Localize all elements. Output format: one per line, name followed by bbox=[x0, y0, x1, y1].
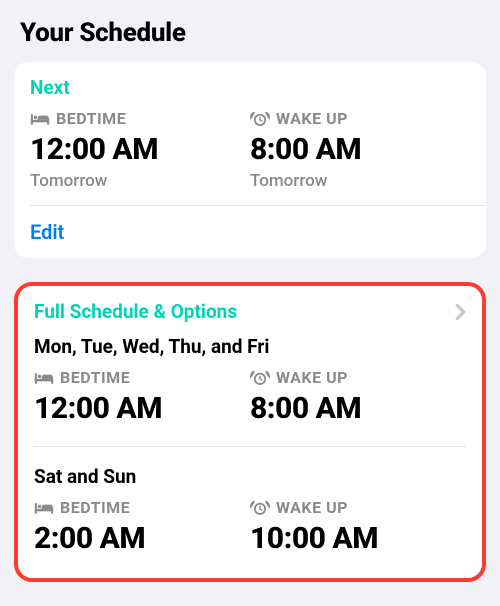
bedtime-time: 12:00 AM bbox=[34, 391, 250, 426]
wakeup-label: WAKE UP bbox=[276, 368, 348, 387]
edit-button[interactable]: Edit bbox=[30, 220, 64, 244]
bed-icon bbox=[34, 501, 54, 515]
bedtime-col: BEDTIME 2:00 AM bbox=[34, 498, 250, 560]
bedtime-label-row: BEDTIME bbox=[34, 368, 250, 387]
wakeup-time: 10:00 AM bbox=[250, 521, 466, 556]
schedule-block: Mon, Tue, Wed, Thu, and Fri BEDTIME bbox=[34, 335, 466, 438]
bedtime-time: 2:00 AM bbox=[34, 521, 250, 556]
wakeup-label: WAKE UP bbox=[276, 109, 348, 128]
wakeup-label: WAKE UP bbox=[276, 498, 348, 517]
wakeup-col: WAKE UP 10:00 AM bbox=[250, 498, 466, 560]
chevron-right-icon bbox=[455, 303, 466, 321]
schedule-times-row: BEDTIME 2:00 AM bbox=[34, 498, 466, 560]
next-bedtime-time: 12:00 AM bbox=[30, 132, 250, 167]
wakeup-col: WAKE UP 8:00 AM bbox=[250, 368, 466, 430]
schedule-days: Sat and Sun bbox=[34, 465, 466, 488]
next-header: Next bbox=[30, 76, 470, 99]
wakeup-label-row: WAKE UP bbox=[250, 368, 466, 387]
full-schedule-card: Full Schedule & Options Mon, Tue, Wed, T… bbox=[14, 282, 486, 582]
wakeup-time: 8:00 AM bbox=[250, 391, 466, 426]
bed-icon bbox=[34, 371, 54, 385]
bedtime-label-row: BEDTIME bbox=[30, 109, 250, 128]
bedtime-label-row: BEDTIME bbox=[34, 498, 250, 517]
next-wakeup-time: 8:00 AM bbox=[250, 132, 470, 167]
divider bbox=[34, 446, 466, 447]
full-schedule-row[interactable]: Full Schedule & Options bbox=[34, 300, 466, 323]
schedule-times-row: BEDTIME 12:00 AM bbox=[34, 368, 466, 430]
next-bedtime-col: BEDTIME 12:00 AM Tomorrow bbox=[30, 109, 250, 191]
alarm-icon bbox=[250, 111, 270, 127]
alarm-icon bbox=[250, 370, 270, 386]
bedtime-col: BEDTIME 12:00 AM bbox=[34, 368, 250, 430]
bed-icon bbox=[30, 112, 50, 126]
page-title: Your Schedule bbox=[20, 18, 486, 48]
next-schedule-card: Next BEDTIME 12:00 AM Tomorrow bbox=[14, 62, 486, 258]
bedtime-label: BEDTIME bbox=[60, 498, 130, 517]
next-times-row: BEDTIME 12:00 AM Tomorrow WAKE UP bbox=[30, 109, 470, 191]
next-bedtime-sub: Tomorrow bbox=[30, 171, 250, 191]
full-schedule-header: Full Schedule & Options bbox=[34, 300, 237, 323]
wakeup-label-row: WAKE UP bbox=[250, 498, 466, 517]
bedtime-label: BEDTIME bbox=[56, 109, 126, 128]
alarm-icon bbox=[250, 500, 270, 516]
schedule-block: Sat and Sun BEDTIME 2:00 AM bbox=[34, 465, 466, 568]
wakeup-label-row: WAKE UP bbox=[250, 109, 470, 128]
schedule-days: Mon, Tue, Wed, Thu, and Fri bbox=[34, 335, 466, 358]
next-wakeup-sub: Tomorrow bbox=[250, 171, 470, 191]
next-wakeup-col: WAKE UP 8:00 AM Tomorrow bbox=[250, 109, 470, 191]
edit-row: Edit bbox=[30, 206, 470, 258]
bedtime-label: BEDTIME bbox=[60, 368, 130, 387]
